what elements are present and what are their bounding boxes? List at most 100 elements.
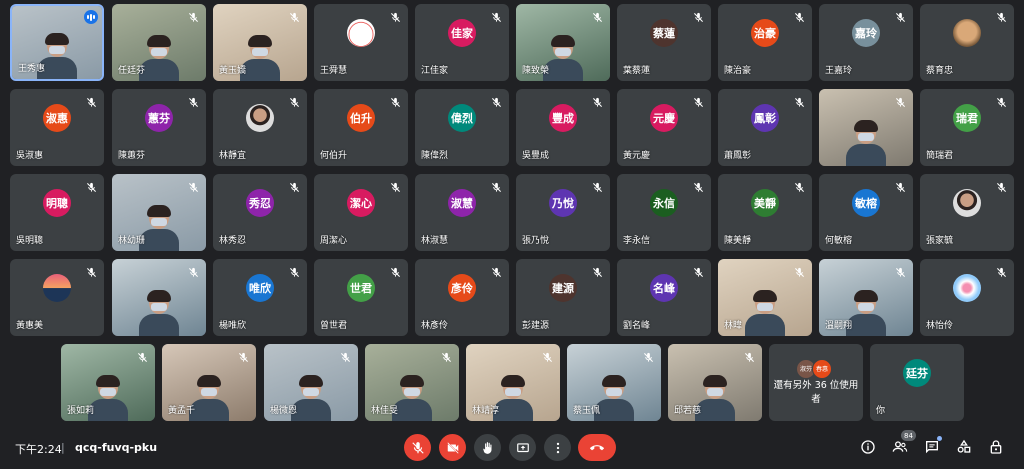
participant-tile[interactable]: 溫嗣翔 [819, 259, 913, 336]
participant-tile[interactable]: 王秀惠 [10, 4, 104, 81]
participant-tile[interactable]: 永信 李永信 [617, 174, 711, 251]
participant-tile[interactable]: 陳致榮 [516, 4, 610, 81]
participant-tile[interactable]: 楊微恩 [264, 344, 358, 421]
participant-tile[interactable]: 瑞君 簡瑞君 [920, 89, 1014, 166]
participant-tile[interactable]: 敏榕 何敏榕 [819, 174, 913, 251]
participant-name: 劉名峰 [623, 321, 651, 331]
participant-tile[interactable]: 黃孟千 [162, 344, 256, 421]
participant-tile[interactable]: 黃玉嬌 [213, 4, 307, 81]
participant-tile[interactable]: 淑惠 吳淑惠 [10, 89, 104, 166]
participant-grid: 王秀惠 任廷芬 黃玉嬌 王舜慧 佳家 江佳家 陳致榮 蔡蓮 葉蔡蓮 治豪 陳治豪 嘉玲 王嘉玲 蔡育忠淑惠… [0, 0, 1024, 428]
avatar: 鳳彰 [751, 104, 779, 133]
participant-tile[interactable]: 嘉玲 王嘉玲 [819, 4, 913, 81]
participant-tile[interactable]: 張家毓 [920, 174, 1014, 251]
mic-off-icon [186, 265, 200, 279]
participant-name: 蔡玉佩 [573, 406, 601, 416]
present-screen-icon[interactable] [509, 434, 536, 461]
participant-tile[interactable]: 林怡伶 [920, 259, 1014, 336]
participant-tile[interactable]: 林幼珊 [112, 174, 206, 251]
mic-off-icon [590, 10, 604, 24]
participant-tile[interactable]: 明聰 吳明聰 [10, 174, 104, 251]
participant-name: 陳治豪 [724, 66, 752, 76]
participant-tile[interactable]: 蔡玉佩 [567, 344, 661, 421]
participant-tile[interactable] [112, 259, 206, 336]
participant-tile[interactable]: 潔心周潔心 [314, 174, 408, 251]
participant-tile[interactable]: 林暐 [718, 259, 812, 336]
avatar: 佳家 [448, 19, 476, 48]
mic-off-icon [186, 180, 200, 194]
camera-off-icon[interactable] [439, 434, 466, 461]
raise-hand-icon[interactable] [474, 434, 501, 461]
participant-tile[interactable]: 張如莉 [61, 344, 155, 421]
mic-off-icon [84, 180, 98, 194]
avatar: 潔心 [347, 189, 375, 218]
participant-tile[interactable]: 彥伶林彥伶 [415, 259, 509, 336]
mic-off-icon [186, 10, 200, 24]
participant-name: 你 [876, 406, 886, 416]
avatar: 秀忍 [246, 189, 274, 218]
participant-name: 陳蕙芬 [118, 151, 146, 161]
mic-off-icon [893, 10, 907, 24]
participant-tile[interactable]: 伯升 何伯升 [314, 89, 408, 166]
participant-tile[interactable]: 淑慧 林淑慧 [415, 174, 509, 251]
participant-tile[interactable]: 乃悅 張乃悅 [516, 174, 610, 251]
separator: | [61, 441, 65, 454]
participant-tile[interactable]: 元慶 黃元慶 [617, 89, 711, 166]
participant-name: 林暐 [724, 321, 743, 331]
participant-tile[interactable]: 淑芬 春惠 還有另外 36 位使用者 [769, 344, 863, 421]
participant-tile[interactable]: 世君曾世君 [314, 259, 408, 336]
participant-tile[interactable]: 建源 彭建源 [516, 259, 610, 336]
mic-off-icon [135, 350, 149, 364]
meeting-code[interactable]: qcq-fuvq-pku [75, 441, 157, 454]
participant-tile[interactable]: 林靜宜 [213, 89, 307, 166]
participant-tile[interactable]: 豐成 吳豐成 [516, 89, 610, 166]
participant-tile[interactable]: 秀忍林秀忍 [213, 174, 307, 251]
participant-tile[interactable]: 治豪 陳治豪 [718, 4, 812, 81]
participant-tile[interactable]: 廷芬你 [870, 344, 964, 421]
mic-off-icon [994, 180, 1008, 194]
more-vert-icon[interactable] [544, 434, 571, 461]
mic-off-icon [489, 265, 503, 279]
mic-off-icon[interactable] [404, 434, 431, 461]
participant-tile[interactable]: 蕙芬 陳蕙芬 [112, 89, 206, 166]
participant-name: 陳偉烈 [421, 151, 449, 161]
participant-tile[interactable]: 蔡蓮 葉蔡蓮 [617, 4, 711, 81]
participant-tile[interactable]: 偉烈 陳偉烈 [415, 89, 509, 166]
info-icon[interactable] [858, 437, 878, 457]
mic-off-icon [792, 265, 806, 279]
participant-name: 林彥伶 [421, 321, 449, 331]
avatar: 彥伶 [448, 274, 476, 303]
participant-tile[interactable]: 林靖淳 [466, 344, 560, 421]
participant-name: 張乃悅 [522, 236, 550, 246]
mic-off-icon [691, 95, 705, 109]
participant-tile[interactable] [819, 89, 913, 166]
participant-name: 周潔心 [320, 236, 348, 246]
participant-tile[interactable]: 名峰 劉名峰 [617, 259, 711, 336]
avatar: 伯升 [347, 104, 375, 133]
participant-name: 林怡伶 [926, 321, 954, 331]
mic-off-icon [84, 95, 98, 109]
avatar: 世君 [347, 274, 375, 303]
participant-tile[interactable]: 林佳旻 [365, 344, 459, 421]
participant-tile[interactable]: 蔡育忠 [920, 4, 1014, 81]
host-controls-icon[interactable] [986, 437, 1006, 457]
participant-tile[interactable]: 邱若慈 [668, 344, 762, 421]
participant-tile[interactable]: 佳家 江佳家 [415, 4, 509, 81]
participant-tile[interactable]: 黃惠美 [10, 259, 104, 336]
mic-off-icon [792, 180, 806, 194]
participant-tile[interactable]: 任廷芬 [112, 4, 206, 81]
speaking-indicator-icon [84, 10, 98, 24]
participant-tile[interactable]: 美靜 陳美靜 [718, 174, 812, 251]
participant-name: 曾世君 [320, 321, 348, 331]
participant-name: 林秀忍 [219, 236, 247, 246]
mic-off-icon [489, 180, 503, 194]
participant-tile[interactable]: 王舜慧 [314, 4, 408, 81]
mic-off-icon [388, 180, 402, 194]
participant-name: 葉蔡蓮 [623, 66, 651, 76]
end-call-icon[interactable] [578, 434, 616, 461]
participant-tile[interactable]: 鳳彰 蕭鳳彰 [718, 89, 812, 166]
participant-name: 黃惠美 [16, 321, 44, 331]
participant-tile[interactable]: 唯欣 楊唯欣 [213, 259, 307, 336]
avatar: 豐成 [549, 104, 577, 133]
activities-icon[interactable] [954, 437, 974, 457]
